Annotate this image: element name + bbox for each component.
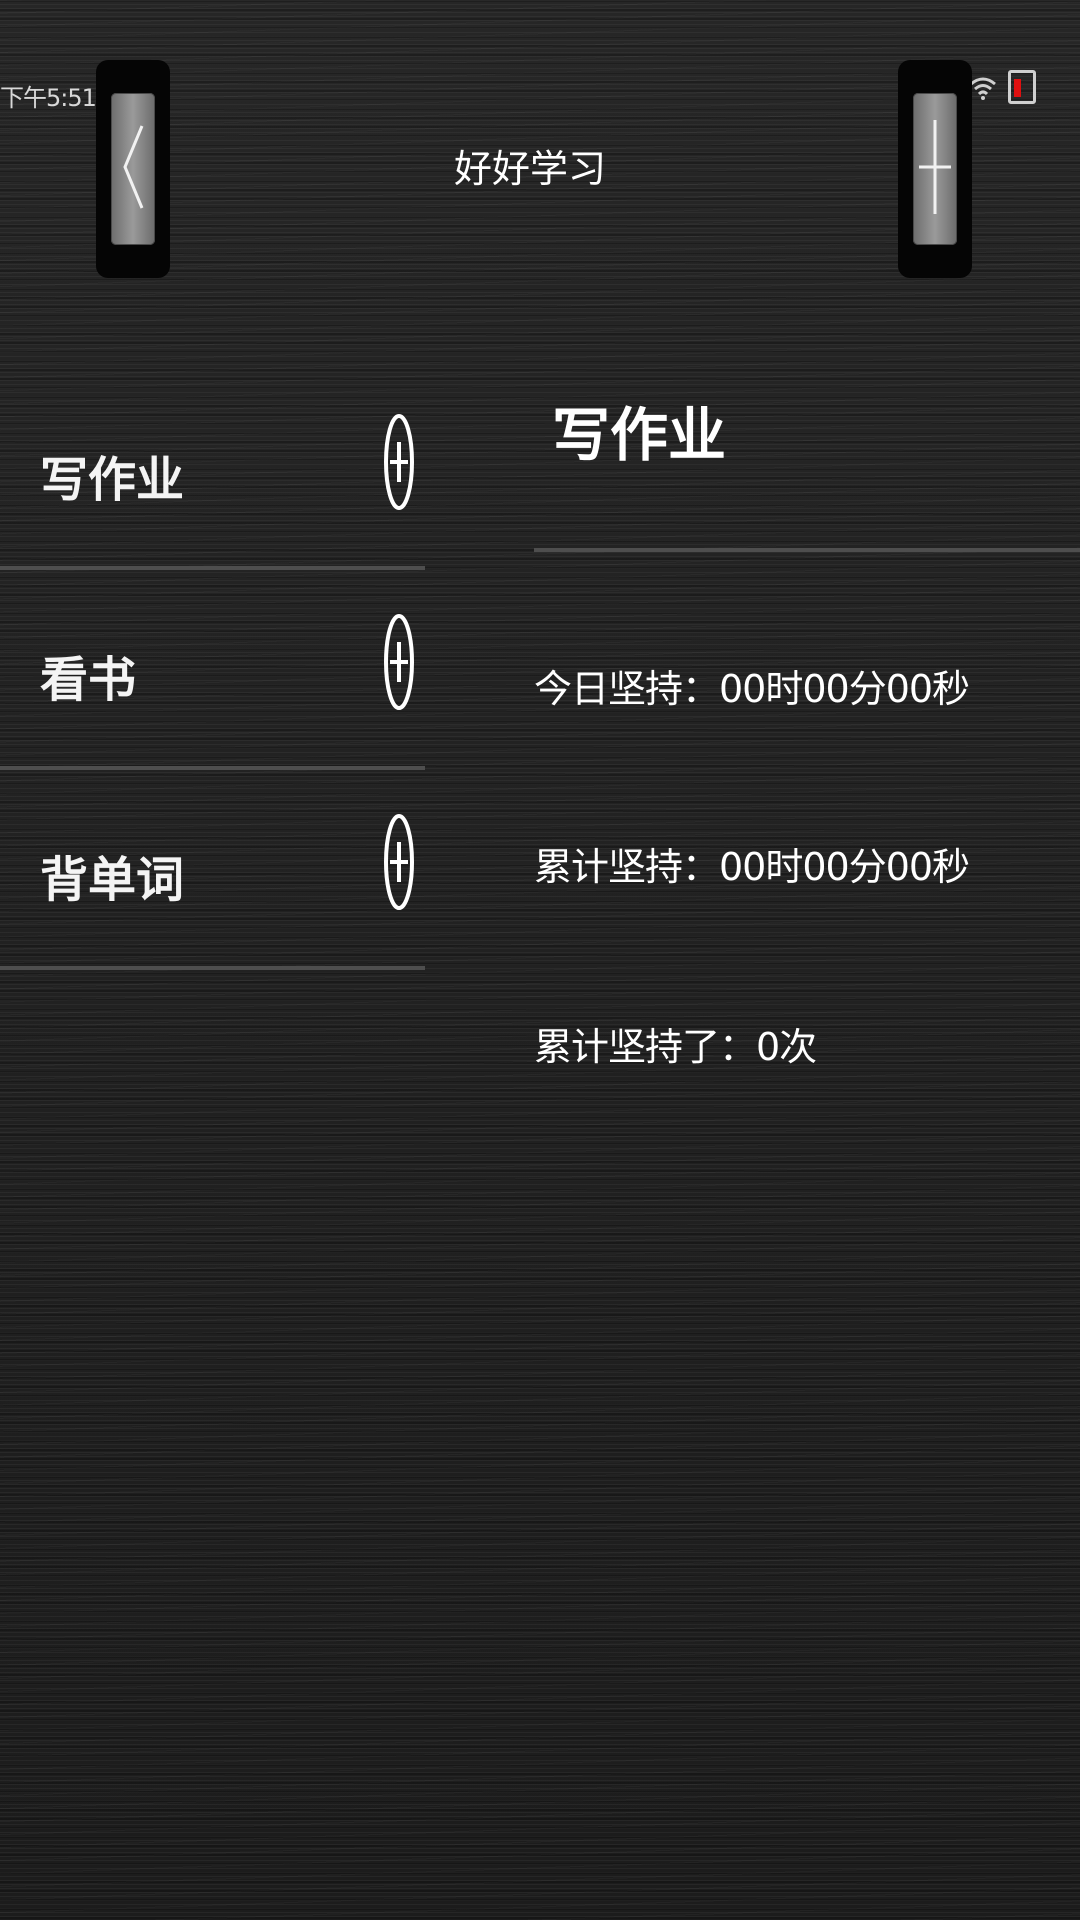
back-button-face xyxy=(111,93,155,245)
plus-circle-icon[interactable] xyxy=(382,812,416,912)
plus-circle-icon[interactable] xyxy=(382,412,416,512)
page-title: 好好学习 xyxy=(453,147,606,191)
task-label: 看书 xyxy=(40,652,137,708)
wifi-icon xyxy=(968,73,998,101)
chevron-left-icon xyxy=(120,122,146,216)
total-count: 累计坚持了：0次 xyxy=(534,1025,817,1069)
task-item-homework[interactable]: 写作业 xyxy=(0,370,425,570)
divider xyxy=(0,966,425,970)
detail-divider xyxy=(534,548,1080,552)
today-duration: 今日坚持：00时00分00秒 xyxy=(534,667,970,711)
plus-circle-icon[interactable] xyxy=(382,612,416,712)
plus-icon xyxy=(917,112,953,226)
task-list: 写作业 看书 背单词 xyxy=(0,370,425,970)
status-time: 下午5:51 xyxy=(0,84,97,112)
task-item-vocabulary[interactable]: 背单词 xyxy=(0,770,425,970)
add-button[interactable] xyxy=(898,60,972,278)
task-label: 写作业 xyxy=(40,452,185,508)
back-button[interactable] xyxy=(96,60,170,278)
total-duration: 累计坚持：00时00分00秒 xyxy=(534,845,970,889)
battery-low-icon xyxy=(1008,70,1036,104)
task-item-reading[interactable]: 看书 xyxy=(0,570,425,770)
task-label: 背单词 xyxy=(40,852,185,908)
add-button-face xyxy=(913,93,957,245)
detail-title: 写作业 xyxy=(552,401,727,469)
